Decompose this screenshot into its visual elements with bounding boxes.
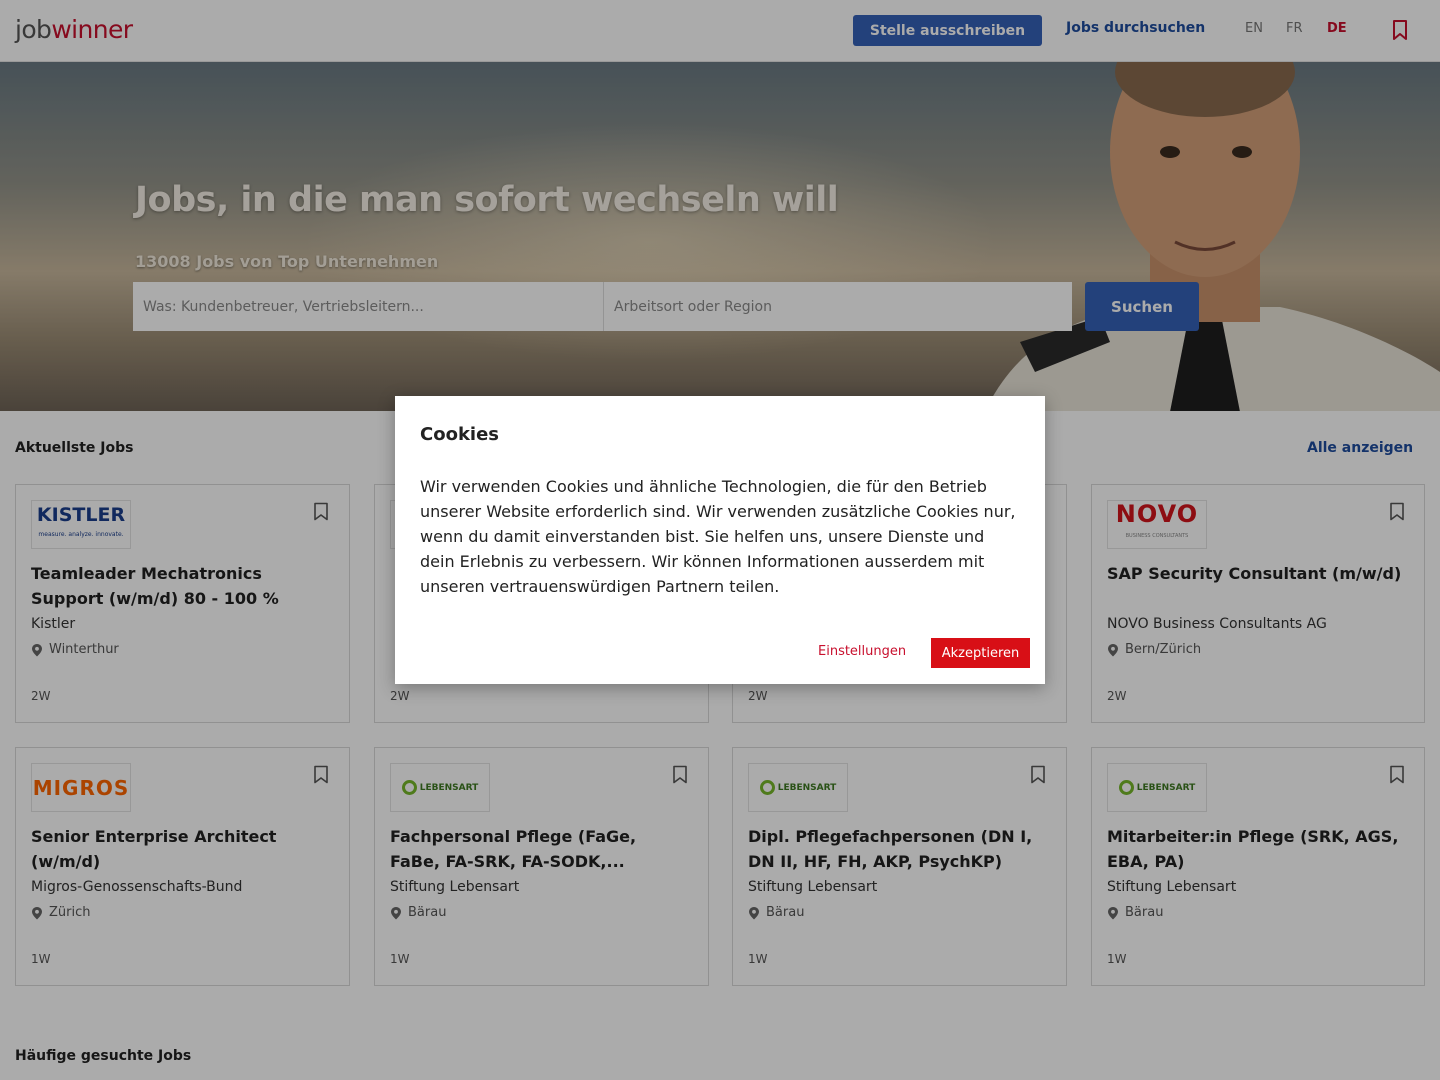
cookie-accept-button[interactable]: Akzeptieren (931, 638, 1030, 668)
cookie-dialog-title: Cookies (420, 424, 500, 445)
cookie-dialog-text: Wir verwenden Cookies und ähnliche Techn… (420, 477, 1016, 596)
cookie-settings-button[interactable]: Einstellungen (818, 644, 906, 659)
